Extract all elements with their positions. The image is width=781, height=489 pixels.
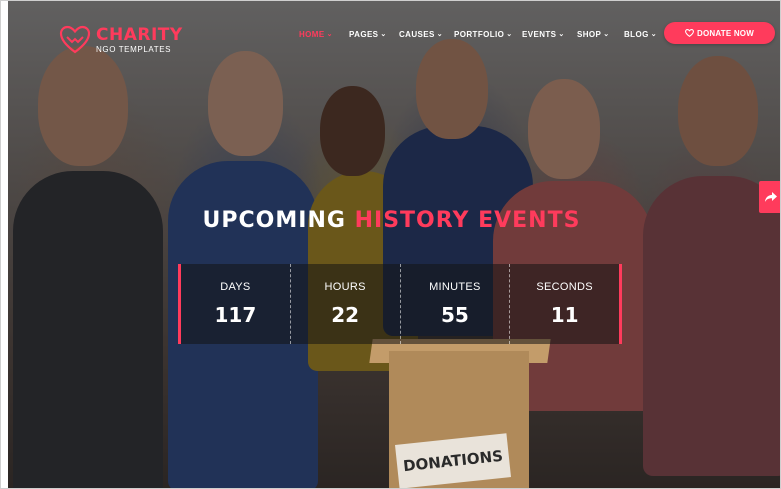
donate-now-label: DONATE NOW (697, 28, 754, 38)
countdown-label: HOURS (324, 281, 366, 293)
nav-item-label: BLOG (624, 29, 649, 39)
countdown-label: MINUTES (429, 281, 481, 293)
nav-item-causes[interactable]: CAUSES ⌄ (399, 27, 454, 41)
nav-item-pages[interactable]: PAGES ⌄ (349, 27, 399, 41)
countdown-label: DAYS (220, 281, 251, 293)
countdown-value: 117 (214, 303, 257, 327)
countdown-seconds: SECONDS 11 (509, 264, 619, 344)
nav-item-label: PORTFOLIO (454, 29, 505, 39)
countdown-hours: HOURS 22 (289, 264, 400, 344)
countdown-minutes: MINUTES 55 (399, 264, 510, 344)
chevron-down-icon: ⌄ (603, 31, 610, 38)
countdown-days: DAYS 117 (181, 264, 290, 344)
page-frame: DONATIONS CHARITY NGO TEMPLATES HOME ⌄ PA… (0, 0, 781, 489)
heart-icon (685, 29, 694, 37)
chevron-down-icon: ⌄ (506, 31, 513, 38)
donate-now-button[interactable]: DONATE NOW (664, 22, 775, 44)
chevron-down-icon: ⌄ (436, 31, 444, 38)
nav-item-label: EVENTS (522, 29, 557, 39)
event-countdown: DAYS 117 HOURS 22 MINUTES 55 SECONDS 11 (178, 264, 622, 344)
countdown-label: SECONDS (536, 281, 593, 293)
chevron-down-icon: ⌄ (558, 31, 565, 38)
site-logo[interactable]: CHARITY NGO TEMPLATES (58, 23, 183, 57)
headline-white-part: UPCOMING (202, 208, 346, 233)
brand-name: CHARITY (96, 25, 183, 45)
hero-headline: UPCOMING HISTORY EVENTS (1, 208, 780, 233)
chevron-down-icon: ⌄ (326, 31, 333, 38)
headline-pink-part: HISTORY EVENTS (354, 208, 581, 233)
nav-item-label: PAGES (349, 29, 379, 39)
main-nav: HOME ⌄ PAGES ⌄ CAUSES ⌄ PORTFOLIO ⌄ EVENTS ⌄ … (299, 27, 664, 41)
chevron-down-icon: ⌄ (380, 31, 387, 38)
nav-item-label: HOME (299, 29, 325, 39)
share-arrow-icon (764, 192, 777, 202)
nav-item-portfolio[interactable]: PORTFOLIO ⌄ (454, 27, 522, 41)
countdown-value: 22 (331, 303, 360, 327)
countdown-value: 11 (550, 303, 579, 327)
nav-item-home[interactable]: HOME ⌄ (299, 27, 349, 41)
nav-item-blog[interactable]: BLOG ⌄ (624, 27, 664, 41)
nav-item-label: SHOP (577, 29, 602, 39)
nav-item-label: CAUSES (399, 29, 435, 39)
chevron-down-icon: ⌄ (650, 31, 657, 38)
nav-item-shop[interactable]: SHOP ⌄ (577, 27, 624, 41)
countdown-value: 55 (440, 303, 469, 327)
brand-tagline: NGO TEMPLATES (96, 45, 172, 54)
heart-hands-icon (59, 25, 91, 54)
nav-item-events[interactable]: EVENTS ⌄ (522, 27, 577, 41)
